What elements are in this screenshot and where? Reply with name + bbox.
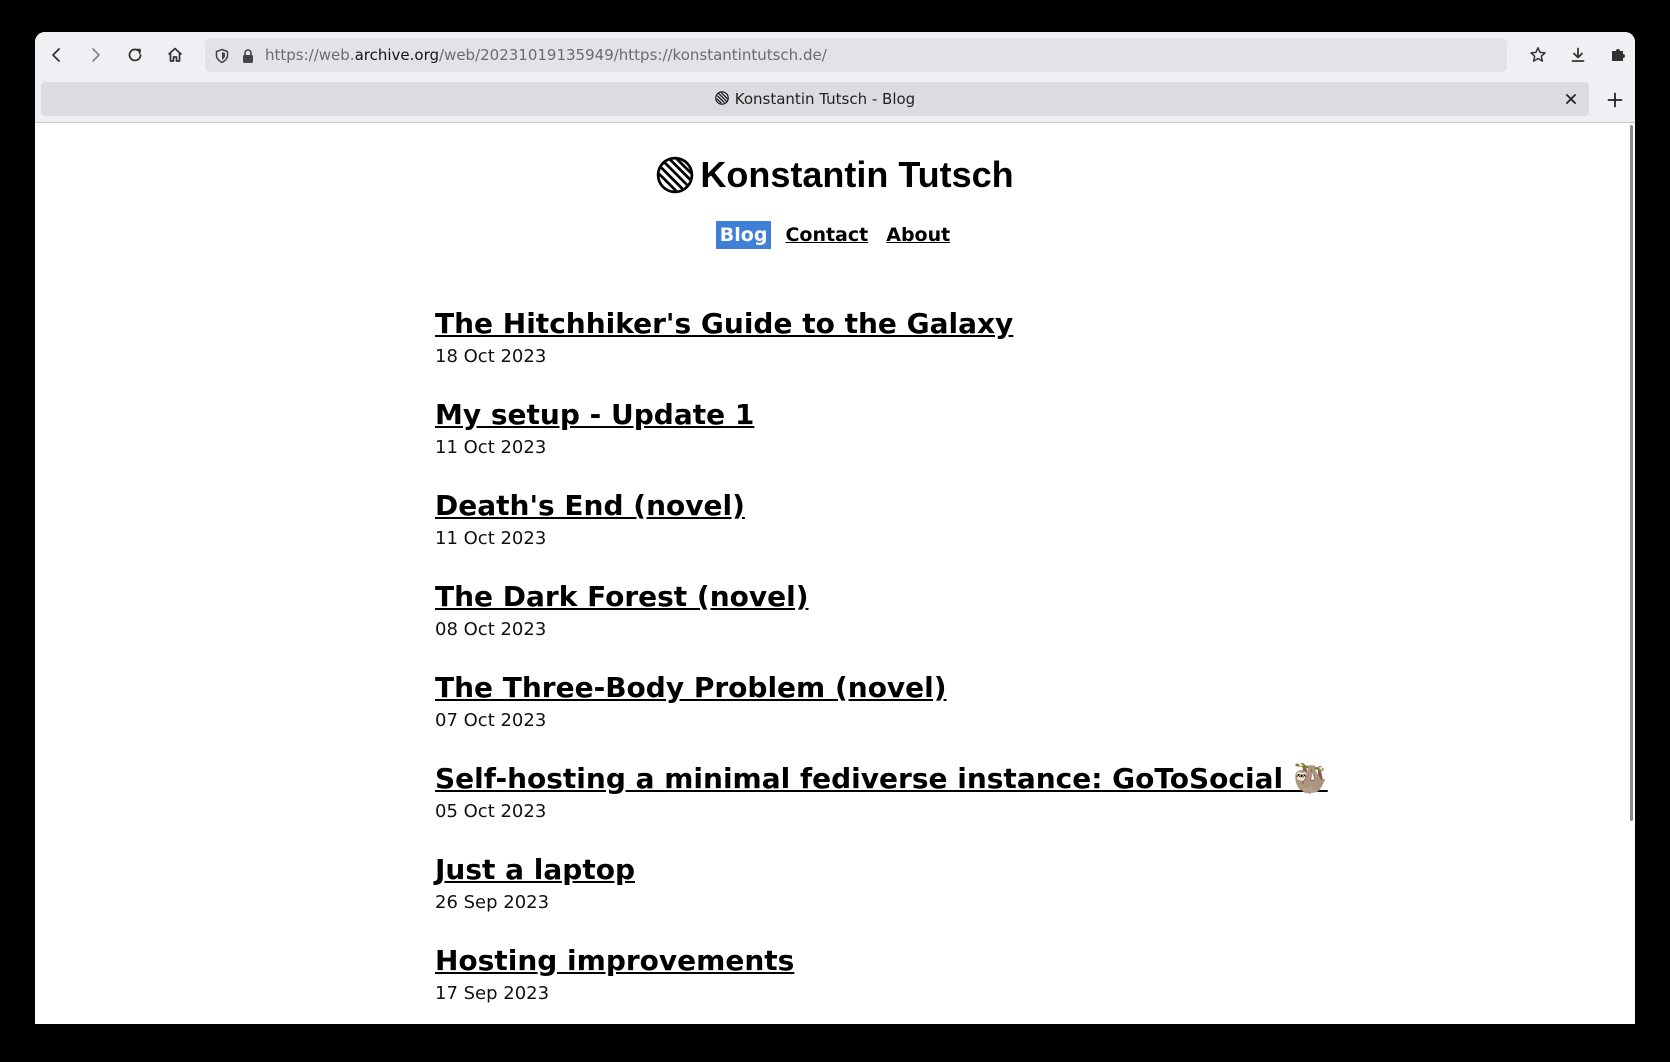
post-list: The Hitchhiker's Guide to the Galaxy 18 … — [435, 306, 1328, 1024]
url-prefix: https://web. — [265, 46, 355, 64]
back-arrow-icon — [52, 48, 60, 62]
new-tab-button[interactable] — [1603, 88, 1627, 112]
post-date: 26 Sep 2023 — [435, 892, 550, 913]
post-item: The Three-Body Problem (novel) 07 Oct 20… — [435, 670, 1328, 761]
nav-contact[interactable]: Contact — [781, 221, 872, 249]
navigation-toolbar: https://web.archive.org/web/202310191359… — [35, 32, 1635, 78]
post-title-link[interactable]: The Three-Body Problem (novel) — [435, 670, 1328, 706]
post-title-link[interactable]: Just a laptop — [435, 852, 1328, 888]
post-date: 05 Oct 2023 — [435, 801, 547, 822]
forward-arrow-icon — [92, 48, 100, 62]
post-date: 08 Oct 2023 — [435, 619, 547, 640]
forward-button[interactable] — [78, 39, 112, 71]
puzzle-icon — [1612, 49, 1625, 61]
site-header: Konstantin Tutsch — [35, 153, 1635, 197]
site-nav: Blog Contact About — [35, 221, 1635, 249]
site-title: Konstantin Tutsch — [700, 154, 1014, 195]
back-button[interactable] — [40, 39, 74, 71]
post-item: The Dark Forest (novel) 08 Oct 2023 — [435, 579, 1328, 670]
star-icon — [1530, 47, 1546, 62]
download-icon — [1571, 47, 1585, 62]
url-path: /web/20231019135949/https://konstantintu… — [439, 46, 827, 64]
post-date: 17 Sep 2023 — [435, 983, 550, 1004]
striped-circle-logo-icon — [657, 156, 694, 194]
url-text[interactable]: https://web.archive.org/web/202310191359… — [265, 38, 827, 72]
nav-blog[interactable]: Blog — [715, 221, 772, 249]
tab-title-row: Konstantin Tutsch - Blog — [41, 82, 1589, 117]
post-title-link[interactable]: The Hitchhiker's Guide to the Galaxy — [435, 306, 1328, 342]
downloads-button[interactable] — [1561, 39, 1595, 71]
close-icon — [1566, 94, 1576, 104]
post-title-link[interactable]: Death's End (novel) — [435, 488, 1328, 524]
post-title-link[interactable]: Hosting improvements — [435, 943, 1328, 979]
extensions-button[interactable] — [1601, 39, 1635, 71]
shield-icon[interactable] — [213, 47, 231, 65]
post-title-link[interactable]: My setup - Update 1 — [435, 397, 1328, 433]
browser-window: https://web.archive.org/web/202310191359… — [35, 32, 1635, 1024]
post-date: 18 Oct 2023 — [435, 346, 547, 367]
bookmark-button[interactable] — [1521, 39, 1555, 71]
post-title-link[interactable]: The Dark Forest (novel) — [435, 579, 1328, 615]
post-item: My setup - Update 1 11 Oct 2023 — [435, 397, 1328, 488]
post-date: 11 Oct 2023 — [435, 528, 547, 549]
tab-active[interactable]: Konstantin Tutsch - Blog — [41, 82, 1589, 116]
tab-strip: Konstantin Tutsch - Blog — [35, 78, 1635, 123]
post-date: 07 Oct 2023 — [435, 710, 547, 731]
reload-button[interactable] — [118, 39, 152, 71]
home-icon — [167, 47, 183, 62]
post-item: Self-hosting a minimal fediverse instanc… — [435, 761, 1328, 852]
tab-title: Konstantin Tutsch - Blog — [734, 90, 916, 108]
nav-about[interactable]: About — [882, 221, 954, 249]
post-item: The Hitchhiker's Guide to the Galaxy 18 … — [435, 306, 1328, 397]
plus-icon — [1607, 92, 1623, 108]
post-item: Hosting improvements 17 Sep 2023 — [435, 943, 1328, 1024]
post-item: Death's End (novel) 11 Oct 2023 — [435, 488, 1328, 579]
reload-icon — [128, 48, 142, 62]
favicon-icon — [714, 83, 729, 117]
url-bar[interactable]: https://web.archive.org/web/202310191359… — [205, 38, 1507, 72]
page-content[interactable]: Konstantin Tutsch Blog Contact About The H… — [35, 123, 1635, 1024]
home-button[interactable] — [158, 39, 192, 71]
post-title-link[interactable]: Self-hosting a minimal fediverse instanc… — [435, 761, 1328, 797]
post-item: Just a laptop 26 Sep 2023 — [435, 852, 1328, 943]
post-date: 11 Oct 2023 — [435, 437, 547, 458]
tab-close-button[interactable] — [1561, 89, 1581, 109]
url-host: archive.org — [354, 46, 439, 64]
lock-icon[interactable] — [239, 47, 257, 65]
